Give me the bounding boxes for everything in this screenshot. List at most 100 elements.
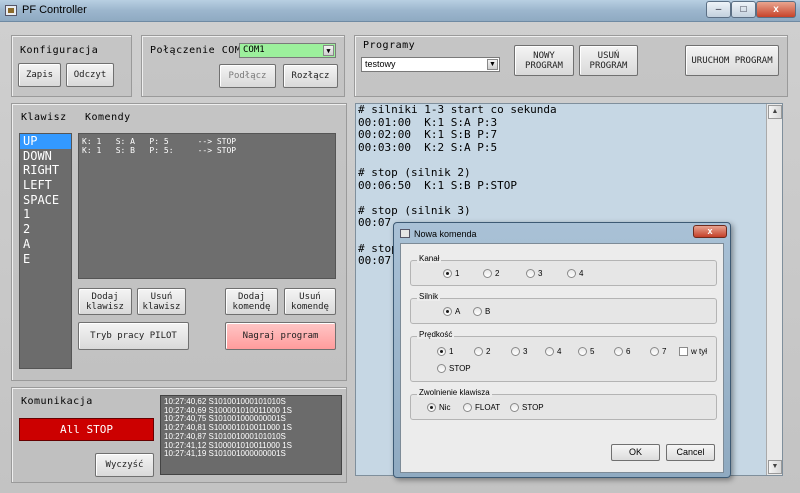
usun-klawisz-button[interactable]: Usuń klawisz bbox=[137, 288, 186, 315]
predkosc-radio-4[interactable]: 4 bbox=[545, 346, 561, 357]
zwolnienie-radio-float[interactable]: FLOAT bbox=[463, 402, 500, 413]
klawisz-item[interactable]: E bbox=[20, 252, 71, 267]
radio-icon[interactable] bbox=[510, 403, 519, 412]
predkosc-label: Prędkość bbox=[417, 330, 455, 339]
silnik-radio-b[interactable]: B bbox=[473, 306, 490, 317]
radio-icon[interactable] bbox=[463, 403, 472, 412]
zwolnienie-group: Zwolnienie klawisza Nic FLOAT STOP bbox=[410, 388, 717, 420]
dialog-body: Kanał 1 2 3 4 Silnik A B Prędkość 1 2 3 4 5 6 7 STO… bbox=[400, 243, 724, 473]
odczyt-button[interactable]: Odczyt bbox=[66, 63, 114, 87]
predkosc-radio-3[interactable]: 3 bbox=[511, 346, 527, 357]
maximize-button[interactable]: □ bbox=[731, 1, 756, 18]
checkbox-icon[interactable] bbox=[679, 347, 688, 356]
close-button[interactable]: x bbox=[756, 1, 796, 18]
tryb-pilot-button[interactable]: Tryb pracy PILOT bbox=[78, 322, 189, 350]
komenda-item[interactable]: K: 1 S: A P: 5 --> STOP bbox=[82, 137, 332, 146]
klawisz-item[interactable]: A bbox=[20, 237, 71, 252]
radio-icon[interactable] bbox=[474, 347, 483, 356]
radio-icon[interactable] bbox=[526, 269, 535, 278]
log-list[interactable]: 10:27:40,62 S101001000101010S 10:27:40,69… bbox=[160, 395, 342, 475]
app-icon bbox=[5, 5, 17, 16]
klawisz-label: Klawisz bbox=[21, 112, 67, 123]
zwolnienie-radio-stop[interactable]: STOP bbox=[510, 402, 544, 413]
radio-icon[interactable] bbox=[511, 347, 520, 356]
radio-icon[interactable] bbox=[437, 364, 446, 373]
radio-icon[interactable] bbox=[437, 347, 446, 356]
radio-icon[interactable] bbox=[427, 403, 436, 412]
com-port-select[interactable]: COM1 ▼ bbox=[239, 43, 336, 58]
klawisz-item[interactable]: SPACE bbox=[20, 193, 71, 208]
com-port-value: COM1 bbox=[243, 45, 265, 55]
klawisz-item[interactable]: LEFT bbox=[20, 178, 71, 193]
radio-icon[interactable] bbox=[578, 347, 587, 356]
nagraj-program-button[interactable]: Nagraj program bbox=[225, 322, 336, 350]
zwolnienie-radio-nic[interactable]: Nic bbox=[427, 402, 451, 413]
predkosc-radio-1[interactable]: 1 bbox=[437, 346, 453, 357]
scroll-down-icon[interactable]: ▼ bbox=[768, 460, 782, 474]
wstecz-checkbox[interactable]: w tył bbox=[679, 346, 707, 357]
dialog-title: Nowa komenda bbox=[414, 229, 477, 239]
wyczysc-button[interactable]: Wyczyść bbox=[95, 453, 154, 477]
editor-scrollbar[interactable]: ▲ ▼ bbox=[766, 104, 782, 475]
klawisz-item[interactable]: RIGHT bbox=[20, 163, 71, 178]
radio-icon[interactable] bbox=[545, 347, 554, 356]
dialog-icon bbox=[400, 229, 410, 238]
radio-icon[interactable] bbox=[443, 269, 452, 278]
komenda-item[interactable]: K: 1 S: B P: 5: --> STOP bbox=[82, 146, 332, 155]
klawisz-list[interactable]: UP DOWN RIGHT LEFT SPACE 1 2 A E bbox=[19, 133, 72, 369]
radio-icon[interactable] bbox=[483, 269, 492, 278]
editor-line: # stop (silnik 2) bbox=[358, 165, 471, 179]
title-bar: PF Controller – □ x bbox=[0, 0, 800, 22]
klawisz-item[interactable]: UP bbox=[20, 134, 71, 149]
scroll-up-icon[interactable]: ▲ bbox=[768, 105, 782, 119]
kanal-label: Kanał bbox=[417, 254, 442, 263]
klawisz-item[interactable]: 2 bbox=[20, 222, 71, 237]
predkosc-radio-7[interactable]: 7 bbox=[650, 346, 666, 357]
predkosc-radio-2[interactable]: 2 bbox=[474, 346, 490, 357]
kanal-radio-3[interactable]: 3 bbox=[526, 268, 542, 279]
kanal-option-label: 1 bbox=[455, 269, 460, 278]
predkosc-option-label: 5 bbox=[590, 347, 595, 356]
uruchom-program-button[interactable]: URUCHOM PROGRAM bbox=[685, 45, 779, 76]
chevron-down-icon[interactable]: ▼ bbox=[487, 59, 498, 70]
radio-icon[interactable] bbox=[650, 347, 659, 356]
radio-icon[interactable] bbox=[443, 307, 452, 316]
kanal-group: Kanał 1 2 3 4 bbox=[410, 254, 717, 286]
komendy-list[interactable]: K: 1 S: A P: 5 --> STOP K: 1 S: B P: 5: -… bbox=[78, 133, 336, 279]
radio-icon[interactable] bbox=[473, 307, 482, 316]
usun-program-button[interactable]: USUŃ PROGRAM bbox=[579, 45, 638, 76]
podlacz-button[interactable]: Podłącz bbox=[219, 64, 276, 88]
silnik-option-label: B bbox=[485, 307, 491, 316]
predkosc-radio-stop[interactable]: STOP bbox=[437, 363, 471, 374]
zapis-button[interactable]: Zapis bbox=[18, 63, 61, 87]
zwolnienie-label: Zwolnienie klawisza bbox=[417, 388, 492, 397]
program-select[interactable]: testowy ▼ bbox=[361, 57, 500, 72]
dialog-close-button[interactable]: x bbox=[693, 225, 727, 238]
minimize-button[interactable]: – bbox=[706, 1, 731, 18]
predkosc-radio-6[interactable]: 6 bbox=[614, 346, 630, 357]
cancel-button[interactable]: Cancel bbox=[666, 444, 715, 461]
predkosc-option-label: 7 bbox=[662, 347, 667, 356]
kanal-radio-2[interactable]: 2 bbox=[483, 268, 499, 279]
kanal-radio-1[interactable]: 1 bbox=[443, 268, 459, 279]
nowy-program-button[interactable]: NOWY PROGRAM bbox=[514, 45, 574, 76]
editor-line: 00:06:50 K:1 S:B P:STOP bbox=[358, 178, 517, 192]
silnik-option-label: A bbox=[455, 307, 461, 316]
klawisz-item[interactable]: 1 bbox=[20, 207, 71, 222]
kanal-option-label: 2 bbox=[495, 269, 500, 278]
dodaj-klawisz-button[interactable]: Dodaj klawisz bbox=[78, 288, 132, 315]
ok-button[interactable]: OK bbox=[611, 444, 660, 461]
silnik-radio-a[interactable]: A bbox=[443, 306, 460, 317]
chevron-down-icon[interactable]: ▼ bbox=[323, 45, 334, 56]
rozlacz-button[interactable]: Rozłącz bbox=[283, 64, 338, 88]
klawisz-item[interactable]: DOWN bbox=[20, 149, 71, 164]
dodaj-komende-button[interactable]: Dodaj komendę bbox=[225, 288, 278, 315]
program-select-value: testowy bbox=[365, 59, 396, 69]
kanal-radio-4[interactable]: 4 bbox=[567, 268, 583, 279]
all-stop-button[interactable]: All STOP bbox=[19, 418, 154, 441]
usun-komende-button[interactable]: Usuń komendę bbox=[284, 288, 336, 315]
main-window: PF Controller – □ x Konfiguracja Zapis O… bbox=[0, 0, 800, 493]
radio-icon[interactable] bbox=[567, 269, 576, 278]
predkosc-radio-5[interactable]: 5 bbox=[578, 346, 594, 357]
radio-icon[interactable] bbox=[614, 347, 623, 356]
